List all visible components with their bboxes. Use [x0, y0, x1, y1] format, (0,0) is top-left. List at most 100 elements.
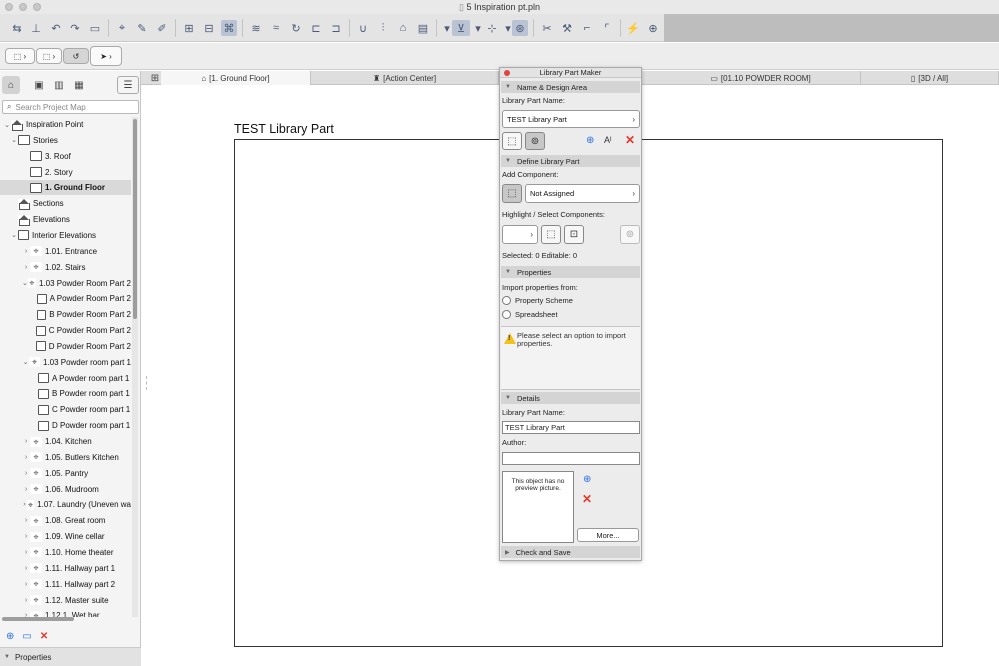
chevron-right-icon[interactable]: › [22, 454, 30, 461]
wand-icon[interactable]: ⚡ [625, 20, 641, 36]
tree-item[interactable]: ⌄ Inspiration Point [0, 117, 131, 132]
chevron-down-icon[interactable]: ⌄ [3, 121, 11, 129]
zoom-to-area-button[interactable]: ⊚ [525, 132, 545, 150]
tree-item[interactable]: › ⌖ 1.01. Entrance [0, 244, 131, 259]
fillet-icon[interactable]: ⌐ [579, 20, 595, 36]
tree-item[interactable]: › ⌖ 1.11. Hallway part 2 [0, 577, 131, 592]
tree-item[interactable]: › ⌖ 1.08. Great room [0, 513, 131, 528]
tree-item[interactable]: 1. Ground Floor [0, 180, 131, 196]
tree-item[interactable]: D Powder room part 1 [0, 418, 131, 433]
zoom-component-button[interactable]: ⊚ [620, 225, 640, 244]
tree-item[interactable]: › ⌖ 1.12.1. Wet bar [0, 608, 131, 617]
select-tool-icon[interactable]: ⌖ [114, 20, 130, 36]
split-icon[interactable]: ⊏ [308, 20, 324, 36]
panel-resize-handle[interactable] [146, 376, 149, 390]
horizontal-scrollbar[interactable] [2, 617, 74, 621]
tree-item[interactable]: › ⌖ 1.02. Stairs [0, 260, 131, 275]
tree-item[interactable]: ⌄ ⌖ 1.03 Powder room part 1 [0, 355, 131, 370]
layout-book-icon[interactable]: ▥ [50, 76, 68, 94]
property-scheme-radio[interactable]: Property Scheme [502, 296, 573, 305]
tree-item[interactable]: › ⌖ 1.05. Butlers Kitchen [0, 450, 131, 465]
tree-item[interactable]: › ⌖ 1.07. Laundry (Uneven wa [0, 497, 131, 512]
tree-item[interactable]: B Powder Room Part 2 [0, 307, 131, 322]
tools-icon[interactable]: ⚒ [559, 20, 575, 36]
tree-item[interactable]: › ⌖ 1.10. Home theater [0, 545, 131, 560]
details-section-header[interactable]: ▼ Details [501, 392, 640, 404]
select-components-button[interactable]: ⬚ [541, 225, 561, 244]
component-selector[interactable]: Not Assigned › [525, 184, 640, 203]
intersect-icon[interactable]: ✂ [539, 20, 555, 36]
navigator-menu-icon[interactable]: ☰ [117, 76, 139, 94]
chevron-right-icon[interactable]: › [22, 565, 30, 572]
chevron-down-icon[interactable]: ⌄ [10, 231, 18, 239]
tree-item[interactable]: › ⌖ 1.11. Hallway part 1 [0, 561, 131, 576]
syringe-icon[interactable]: ✐ [154, 20, 170, 36]
view-selector[interactable]: ⬚ › [36, 48, 62, 64]
library-part-name-selector[interactable]: TEST Library Part › [502, 110, 640, 128]
chevron-right-icon[interactable]: › [22, 470, 30, 477]
delete-icon[interactable]: ✕ [40, 631, 48, 642]
mirror-icon[interactable]: ⫶ [375, 20, 391, 36]
chevron-right-icon[interactable]: › [22, 533, 30, 540]
close-palette-button[interactable] [504, 70, 510, 76]
suspend-groups-icon[interactable]: ⌘ [221, 20, 237, 36]
text-size-icon[interactable]: Aᴵ [604, 135, 612, 145]
properties-section-header[interactable]: ▼ Properties [501, 266, 640, 278]
tree-item[interactable]: Sections [0, 196, 131, 211]
define-section-header[interactable]: ▼ Define Library Part [501, 155, 640, 167]
tab-powder-room[interactable]: ▭ [01.10 POWDER ROOM] [661, 71, 861, 85]
chevron-right-icon[interactable]: › [22, 581, 30, 588]
chevron-right-icon[interactable]: › [22, 248, 30, 255]
add-preview-icon[interactable]: ⊕ [583, 474, 591, 485]
chevron-right-icon[interactable]: › [22, 549, 30, 556]
author-field[interactable] [502, 452, 640, 465]
vertical-scrollbar[interactable] [132, 117, 138, 617]
tree-item[interactable]: 3. Roof [0, 149, 131, 164]
check-save-section-header[interactable]: ▶ Check and Save [501, 546, 640, 558]
chevron-down-icon[interactable]: ⌄ [10, 136, 18, 144]
tree-item[interactable]: ⌄ Interior Elevations [0, 228, 131, 243]
guide-line-icon[interactable]: ⊻ [452, 20, 470, 36]
tree-item[interactable]: D Powder Room Part 2 [0, 339, 131, 354]
pointer-selector[interactable]: ➤ › [90, 46, 122, 66]
tree-item[interactable]: › ⌖ 1.12. Master suite [0, 593, 131, 608]
chevron-right-icon[interactable]: › [22, 517, 30, 524]
tree-item[interactable]: A Powder Room Part 2 [0, 291, 131, 306]
tree-item[interactable]: Elevations [0, 212, 131, 227]
chevron-down-icon[interactable]: ⌄ [22, 279, 28, 287]
name-design-section-header[interactable]: ▼ Name & Design Area [501, 81, 640, 93]
tree-item[interactable]: A Powder room part 1 [0, 371, 131, 386]
eyedropper-icon[interactable]: ✎ [134, 20, 150, 36]
tree-item[interactable]: C Powder Room Part 2 [0, 323, 131, 338]
tree-item[interactable]: C Powder room part 1 [0, 402, 131, 417]
tree-item[interactable]: 2. Story [0, 165, 131, 180]
delete-preview-icon[interactable]: ✕ [582, 492, 592, 506]
tree-item[interactable]: ⌄ ⌖ 1.03 Powder Room Part 2 [0, 276, 131, 291]
tab-ground-floor[interactable]: ⌂ [1. Ground Floor] [161, 71, 311, 85]
spreadsheet-radio[interactable]: Spreadsheet [502, 310, 558, 319]
more-button[interactable]: More... [577, 528, 639, 542]
magic-wand-icon[interactable]: ⊛ [512, 20, 528, 36]
add-component-button[interactable]: ⬚ [502, 184, 522, 203]
magnet-icon[interactable]: ∪ [355, 20, 371, 36]
settings-icon[interactable]: ▭ [22, 631, 31, 642]
project-map-icon[interactable]: ⌂ [2, 76, 20, 94]
building-icon[interactable]: ⌂ [395, 20, 411, 36]
pick-component-button[interactable]: ⊡ [564, 225, 584, 244]
tree-item[interactable]: › ⌖ 1.06. Mudroom [0, 482, 131, 497]
tab-action-center[interactable]: ♜ [Action Center] [311, 71, 499, 85]
highlight-color-selector[interactable]: › [502, 225, 538, 244]
rotate-icon[interactable]: ↻ [288, 20, 304, 36]
corner-icon[interactable]: ⌜ [599, 20, 615, 36]
add-icon[interactable]: ⊕ [6, 631, 14, 642]
trim-icon[interactable]: ⊐ [328, 20, 344, 36]
tree-item[interactable]: B Powder room part 1 [0, 386, 131, 401]
tree-item[interactable]: › ⌖ 1.05. Pantry [0, 466, 131, 481]
accessory-icon[interactable]: ⊕ [645, 20, 661, 36]
layout-icon[interactable]: ▤ [415, 20, 431, 36]
tree-item[interactable]: ⌄ Stories [0, 133, 131, 148]
add-icon[interactable]: ⊕ [586, 135, 594, 146]
view-map-icon[interactable]: ▣ [30, 76, 48, 94]
undo-icon[interactable]: ↶ [48, 20, 64, 36]
chevron-down-icon[interactable]: ⌄ [22, 358, 29, 366]
